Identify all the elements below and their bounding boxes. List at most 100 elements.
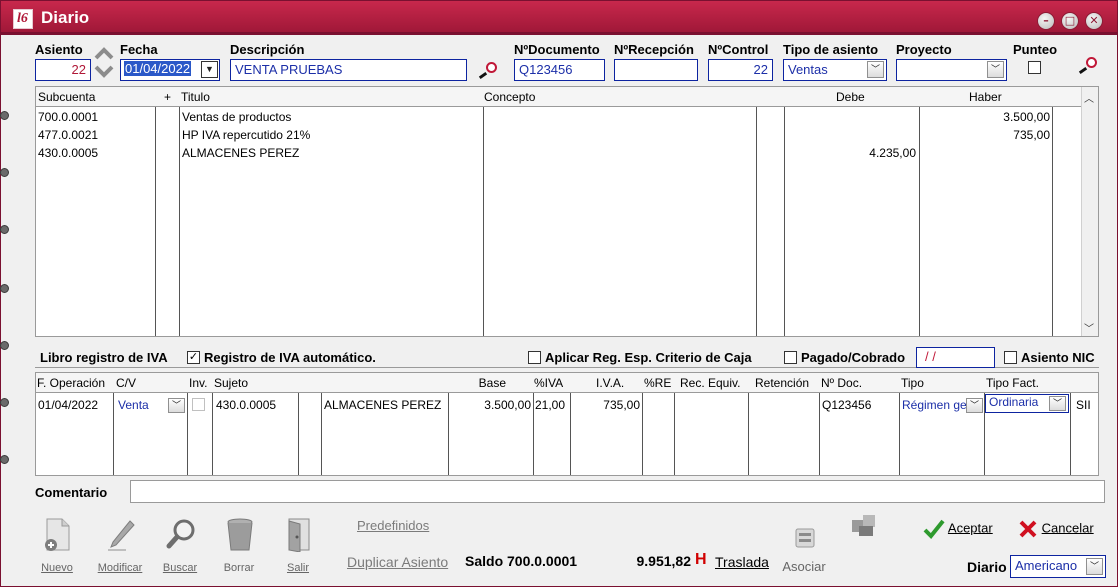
chevron-down-icon[interactable]: ﹀ [966, 398, 983, 413]
iva-title: Libro registro de IVA [40, 350, 168, 365]
asiento-field[interactable]: 22 [35, 59, 91, 81]
chevron-down-icon[interactable] [93, 65, 115, 78]
col-ndoc: Nº Doc. [821, 376, 863, 390]
tipo-select[interactable]: Régimen ge [902, 398, 966, 412]
asiento-nic-label: Asiento NIC [1021, 350, 1095, 365]
col-inv: Inv. [189, 376, 208, 390]
diario-window: l6 Diario – □ ✕ Asiento Fecha Descripció… [0, 0, 1118, 587]
entries-table: Subcuenta + Titulo Concepto Debe Haber 7… [35, 86, 1099, 337]
proyecto-label: Proyecto [896, 42, 952, 57]
descripcion-field[interactable]: VENTA PRUEBAS [230, 59, 467, 81]
punteo-label: Punteo [1013, 42, 1058, 57]
comentario-label: Comentario [35, 485, 108, 500]
col-subcuenta: Subcuenta [38, 90, 96, 104]
binding-ring [0, 111, 9, 121]
iva-table: F. Operación C/V Inv. Sujeto Base %IVA I… [35, 372, 1099, 476]
saldo-side: H [695, 551, 707, 568]
duplicar-asiento-button[interactable]: Duplicar Asiento [347, 554, 448, 570]
comentario-field[interactable] [130, 480, 1105, 503]
col-rec-equiv: Rec. Equiv. [680, 376, 741, 390]
col-concepto: Concepto [484, 90, 536, 104]
title-bar: l6 Diario – □ ✕ [1, 1, 1117, 35]
col-haber: Haber [969, 90, 1002, 104]
trash-icon [225, 518, 255, 552]
aceptar-button[interactable]: Aceptar [923, 519, 993, 539]
tipo-asiento-label: Tipo de asiento [783, 42, 879, 57]
col-cv: C/V [116, 376, 137, 390]
nrecepcion-label: NºRecepción [614, 42, 694, 57]
punteo-checkbox[interactable] [1028, 61, 1041, 74]
door-exit-icon [284, 518, 314, 553]
traslada-button[interactable]: Traslada [715, 554, 769, 570]
checkmark-icon [923, 519, 945, 539]
pagado-date-field[interactable]: / / [916, 347, 995, 368]
chevron-down-icon[interactable]: ﹀ [1049, 396, 1066, 411]
descripcion-label: Descripción [230, 42, 305, 57]
col-base: Base [478, 376, 506, 390]
saldo-value: 9.951,82 [636, 553, 692, 569]
shuffle-icon[interactable] [849, 512, 879, 540]
nuevo-button[interactable]: Nuevo [34, 518, 80, 578]
close-icon[interactable]: ✕ [1085, 12, 1103, 30]
window-title: Diario [41, 8, 90, 27]
col-titulo: Titulo [181, 90, 210, 104]
nrecepcion-field[interactable] [614, 59, 698, 81]
col-f-operacion: F. Operación [37, 376, 106, 390]
search-icon[interactable] [1077, 57, 1097, 75]
asiento-nic-checkbox[interactable] [1004, 351, 1017, 364]
chevron-down-icon[interactable]: ﹀ [867, 61, 884, 78]
search-icon[interactable] [477, 62, 497, 80]
predefinidos-button[interactable]: Predefinidos [357, 518, 429, 533]
chevron-down-icon[interactable]: ﹀ [987, 61, 1004, 78]
maximize-icon[interactable]: □ [1061, 12, 1079, 30]
col-sujeto: Sujeto [214, 376, 249, 390]
minimize-icon[interactable]: – [1037, 12, 1055, 30]
pagado-label: Pagado/Cobrado [801, 350, 906, 365]
app-logo: l6 [13, 9, 33, 29]
registro-auto-checkbox[interactable]: ✓ [187, 351, 200, 364]
calendar-dropdown-button[interactable]: ▼ [201, 61, 218, 78]
binding-ring [0, 168, 9, 178]
ndocumento-field[interactable]: Q123456 [514, 59, 605, 81]
col-retencion: Retención [755, 376, 810, 390]
magnifier-icon [166, 518, 196, 552]
buscar-button[interactable]: Buscar [157, 518, 203, 578]
cv-select[interactable]: Venta [118, 398, 149, 412]
inv-checkbox[interactable] [192, 398, 205, 411]
chevron-down-icon[interactable]: ﹀ [168, 398, 185, 413]
binding-ring [0, 455, 9, 465]
borrar-button[interactable]: Borrar [216, 518, 262, 578]
salir-button[interactable]: Salir [275, 518, 321, 578]
saldo-label: Saldo 700.0.0001 [465, 553, 578, 569]
pagado-checkbox[interactable] [784, 351, 797, 364]
link-icon [790, 526, 820, 560]
modificar-button[interactable]: Modificar [97, 518, 143, 578]
ndocumento-label: NºDocumento [514, 42, 600, 57]
binding-ring [0, 398, 9, 408]
registro-auto-label: Registro de IVA automático. [204, 350, 376, 365]
chevron-up-icon[interactable]: ︿ [1084, 90, 1094, 105]
col-plus: + [164, 90, 172, 104]
new-document-icon [43, 518, 73, 552]
chevron-down-icon[interactable]: ﹀ [1086, 558, 1103, 575]
asociar-button[interactable]: Asociar [781, 518, 827, 578]
col-piva: %IVA [534, 376, 564, 390]
ncontrol-label: NºControl [708, 42, 769, 57]
chevron-down-icon[interactable]: ﹀ [1084, 320, 1094, 335]
entries-scrollbar[interactable]: ︿ ﹀ [1081, 87, 1098, 336]
ncontrol-field[interactable]: 22 [708, 59, 773, 81]
cancelar-button[interactable]: Cancelar [1018, 519, 1094, 539]
diario-label: Diario [967, 559, 1007, 575]
col-tipo: Tipo [901, 376, 924, 390]
col-iva: I.V.A. [596, 376, 625, 390]
col-tipo-fact: Tipo Fact. [986, 376, 1039, 390]
col-debe: Debe [836, 90, 865, 104]
pencil-icon [106, 518, 136, 552]
chevron-up-icon[interactable] [93, 47, 115, 60]
col-pre: %RE [644, 376, 672, 390]
form-body: Asiento Fecha Descripción NºDocumento Nº… [13, 38, 1108, 583]
cross-icon [1018, 519, 1038, 539]
binding-ring [0, 225, 9, 235]
binding-ring [0, 284, 9, 294]
aplicar-reg-checkbox[interactable] [528, 351, 541, 364]
